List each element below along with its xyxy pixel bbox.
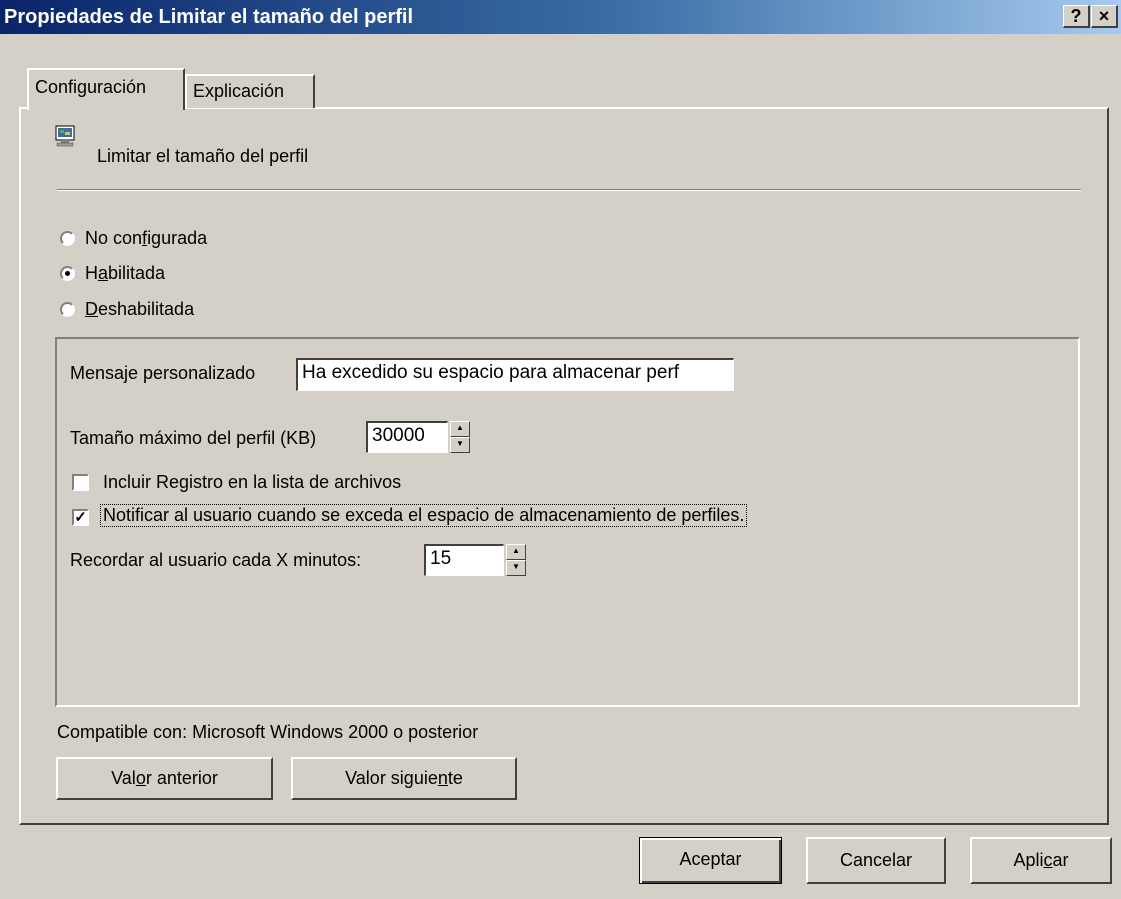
next-setting-button[interactable]: Valor siguiente <box>291 757 517 800</box>
radio-circle-selected[interactable] <box>60 266 75 281</box>
ok-button[interactable]: Aceptar <box>639 837 782 884</box>
previous-setting-button[interactable]: Valor anterior <box>56 757 273 800</box>
notify-checkbox[interactable]: ✓ <box>72 509 89 526</box>
radio-label: Habilitada <box>85 263 166 283</box>
max-size-spinner[interactable]: ▲ ▼ <box>450 421 470 453</box>
notify-label: Notificar al usuario cuando se exceda el… <box>99 504 748 527</box>
cancel-button[interactable]: Cancelar <box>806 837 946 884</box>
max-size-label: Tamaño máximo del perfil (KB) <box>70 428 317 448</box>
radio-circle[interactable] <box>60 302 75 317</box>
radio-label: No configurada <box>85 228 208 248</box>
policy-name: Limitar el tamaño del perfil <box>97 146 309 166</box>
spin-down-icon[interactable]: ▼ <box>506 560 526 576</box>
message-label: Mensaje personalizado <box>70 363 256 383</box>
compatibility-text: Compatible con: Microsoft Windows 2000 o… <box>57 722 479 742</box>
tab-explicacion[interactable]: Explicación <box>185 74 315 108</box>
remind-spinner[interactable]: ▲ ▼ <box>506 544 526 576</box>
apply-button[interactable]: Aplicar <box>970 837 1112 884</box>
remind-input[interactable]: 15 <box>424 544 504 576</box>
tab-configuracion[interactable]: Configuración <box>27 68 185 110</box>
tab-label: Explicación <box>193 81 285 101</box>
policy-icon <box>52 124 78 152</box>
remind-label: Recordar al usuario cada X minutos: <box>70 550 362 570</box>
tab-label: Configuración <box>35 77 147 97</box>
max-size-input[interactable]: 30000 <box>366 421 448 453</box>
spin-up-icon[interactable]: ▲ <box>506 544 526 560</box>
spin-up-icon[interactable]: ▲ <box>450 421 470 437</box>
message-input[interactable]: Ha excedido su espacio para almacenar pe… <box>296 358 734 391</box>
include-registry-label: Incluir Registro en la lista de archivos <box>103 472 402 492</box>
radio-label: Deshabilitada <box>85 299 195 319</box>
help-button[interactable]: ? <box>1063 5 1090 28</box>
close-button[interactable]: × <box>1091 5 1118 28</box>
separator <box>57 189 1081 191</box>
radio-circle[interactable] <box>60 231 75 246</box>
window-title: Propiedades de Limitar el tamaño del per… <box>4 6 413 28</box>
include-registry-checkbox[interactable] <box>72 474 89 491</box>
checkmark-icon: ✓ <box>74 509 87 526</box>
spin-down-icon[interactable]: ▼ <box>450 437 470 453</box>
title-bar[interactable]: Propiedades de Limitar el tamaño del per… <box>0 0 1121 34</box>
